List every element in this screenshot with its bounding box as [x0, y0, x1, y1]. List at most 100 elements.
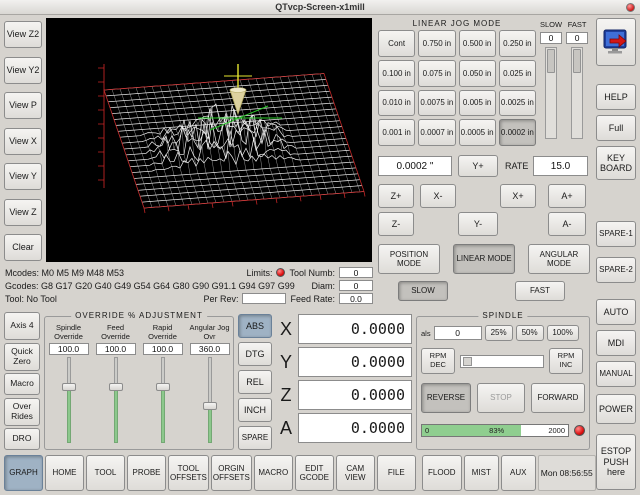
- spindle-25-button[interactable]: 25%: [485, 325, 513, 341]
- macro-tab[interactable]: Macro: [4, 373, 40, 395]
- overrides-tab[interactable]: Over Rides: [4, 398, 40, 426]
- spare2-button[interactable]: SPARE-2: [596, 257, 636, 283]
- spindle-stop-button[interactable]: STOP: [477, 383, 525, 413]
- rapid-override-slider[interactable]: [155, 357, 171, 443]
- slow-rate-slider[interactable]: [545, 47, 557, 139]
- tab-origin-offsets[interactable]: ORGIN OFFSETS: [211, 455, 252, 491]
- jog-y-minus-button[interactable]: Y-: [458, 212, 498, 236]
- power-button[interactable]: POWER: [596, 394, 636, 424]
- jog-increment-00025[interactable]: 0.0025 in: [499, 90, 536, 117]
- preview-3d-graph[interactable]: [46, 18, 372, 262]
- tab-macro[interactable]: MACRO: [254, 455, 293, 491]
- rpm-inc-button[interactable]: RPM INC: [549, 348, 583, 374]
- fullscreen-button[interactable]: Full: [596, 115, 636, 141]
- quick-zero-tab[interactable]: Quick Zero: [4, 343, 40, 371]
- dtg-mode-button[interactable]: DTG: [238, 342, 272, 366]
- view-y2-button[interactable]: View Y2: [4, 57, 42, 84]
- jog-a-minus-button[interactable]: A-: [548, 212, 586, 236]
- jog-increment-0250[interactable]: 0.250 in: [499, 30, 536, 57]
- slider-thumb[interactable]: [547, 49, 555, 73]
- tab-cam-view[interactable]: CAM VIEW: [336, 455, 375, 491]
- view-x-button[interactable]: View X: [4, 128, 42, 155]
- tab-probe[interactable]: PROBE: [127, 455, 166, 491]
- jog-increment-00007[interactable]: 0.0007 in: [418, 119, 455, 146]
- auto-mode-button[interactable]: AUTO: [596, 299, 636, 325]
- jog-a-plus-button[interactable]: A+: [548, 184, 586, 208]
- slider-handle[interactable]: [156, 383, 170, 391]
- spare1-button[interactable]: SPARE-1: [596, 221, 636, 247]
- jog-increment-0025[interactable]: 0.025 in: [499, 60, 536, 87]
- shutdown-button[interactable]: [596, 18, 636, 66]
- jog-increment-0001[interactable]: 0.001 in: [378, 119, 415, 146]
- angular-jog-override-slider[interactable]: [202, 357, 218, 443]
- mdi-mode-button[interactable]: MDI: [596, 330, 636, 356]
- view-p-button[interactable]: View P: [4, 92, 42, 119]
- position-mode-button[interactable]: POSITION MODE: [378, 244, 440, 274]
- help-button[interactable]: HELP: [596, 84, 636, 110]
- axis-4-tab[interactable]: Axis 4: [4, 312, 40, 340]
- jog-x-minus-button[interactable]: X-: [420, 184, 456, 208]
- abs-mode-button[interactable]: ABS: [238, 314, 272, 338]
- view-y-button[interactable]: View Y: [4, 163, 42, 190]
- jog-fast-button[interactable]: FAST: [515, 281, 565, 301]
- jog-increment-0010[interactable]: 0.010 in: [378, 90, 415, 117]
- slider-thumb[interactable]: [463, 357, 472, 366]
- spindle-rpm-slider[interactable]: [460, 355, 544, 368]
- close-button[interactable]: [626, 3, 635, 12]
- inch-mode-button[interactable]: INCH: [238, 398, 272, 422]
- tool-row: Tool: No Tool Per Rev: Feed Rate: 0.0: [5, 292, 373, 305]
- spindle-forward-button[interactable]: FORWARD: [531, 383, 585, 413]
- flood-button[interactable]: FLOOD: [422, 455, 462, 491]
- slider-handle[interactable]: [109, 383, 123, 391]
- view-z-button[interactable]: View Z: [4, 199, 42, 226]
- angular-mode-button[interactable]: ANGULAR MODE: [528, 244, 590, 274]
- tab-edit-gcode[interactable]: EDIT GCODE: [295, 455, 334, 491]
- jog-increment-0075[interactable]: 0.075 in: [418, 60, 455, 87]
- slider-handle[interactable]: [62, 383, 76, 391]
- dro-row-x: X 0.0000: [276, 314, 412, 344]
- jog-y-plus-button[interactable]: Y+: [458, 155, 498, 177]
- jog-slow-button[interactable]: SLOW: [398, 281, 448, 301]
- jog-increment-cont[interactable]: Cont: [378, 30, 415, 57]
- rel-mode-button[interactable]: REL: [238, 370, 272, 394]
- view-z2-button[interactable]: View Z2: [4, 21, 42, 48]
- spindle-override-slider[interactable]: [61, 357, 77, 443]
- gcodes-row: Gcodes: G8 G17 G20 G40 G49 G54 G64 G80 G…: [5, 279, 373, 292]
- spindle-50-button[interactable]: 50%: [516, 325, 544, 341]
- clear-button[interactable]: Clear: [4, 234, 42, 261]
- spare-mode-button[interactable]: SPARE: [238, 426, 272, 450]
- jog-x-plus-button[interactable]: X+: [500, 184, 536, 208]
- slider-handle[interactable]: [203, 402, 217, 410]
- tab-graph[interactable]: GRAPH: [4, 455, 43, 491]
- jog-increment-00075[interactable]: 0.0075 in: [418, 90, 455, 117]
- jog-increment-00005[interactable]: 0.0005 in: [459, 119, 496, 146]
- spindle-reverse-button[interactable]: REVERSE: [421, 383, 471, 413]
- tab-tool[interactable]: TOOL: [86, 455, 125, 491]
- tab-file[interactable]: FILE: [377, 455, 416, 491]
- dro-tab[interactable]: DRO: [4, 428, 40, 450]
- jog-increment-00002-selected[interactable]: 0.0002 in: [499, 119, 536, 146]
- keyboard-button[interactable]: KEY BOARD: [596, 146, 636, 180]
- estop-button[interactable]: ESTOP PUSH here: [596, 434, 636, 490]
- jog-z-plus-button[interactable]: Z+: [378, 184, 414, 208]
- jog-z-minus-button[interactable]: Z-: [378, 212, 414, 236]
- per-rev-value: [242, 293, 286, 304]
- feed-override-slider[interactable]: [108, 357, 124, 443]
- rpm-dec-button[interactable]: RPM DEC: [421, 348, 455, 374]
- jog-increment-0100[interactable]: 0.100 in: [378, 60, 415, 87]
- dro-x-label: X: [276, 314, 296, 344]
- aux-button[interactable]: AUX: [501, 455, 536, 491]
- tab-home[interactable]: HOME: [45, 455, 84, 491]
- jog-increment-0050[interactable]: 0.050 in: [459, 60, 496, 87]
- dro-row-y: Y 0.0000: [276, 347, 412, 377]
- jog-increment-0750[interactable]: 0.750 in: [418, 30, 455, 57]
- manual-mode-button[interactable]: MANUAL: [596, 361, 636, 387]
- jog-increment-0500[interactable]: 0.500 in: [459, 30, 496, 57]
- spindle-100-button[interactable]: 100%: [547, 325, 579, 341]
- linear-mode-button[interactable]: LINEAR MODE: [453, 244, 515, 274]
- fast-rate-slider[interactable]: [571, 47, 583, 139]
- tab-tool-offsets[interactable]: TOOL OFFSETS: [168, 455, 209, 491]
- mist-button[interactable]: MIST: [464, 455, 499, 491]
- slider-thumb[interactable]: [573, 49, 581, 73]
- jog-increment-0005[interactable]: 0.005 in: [459, 90, 496, 117]
